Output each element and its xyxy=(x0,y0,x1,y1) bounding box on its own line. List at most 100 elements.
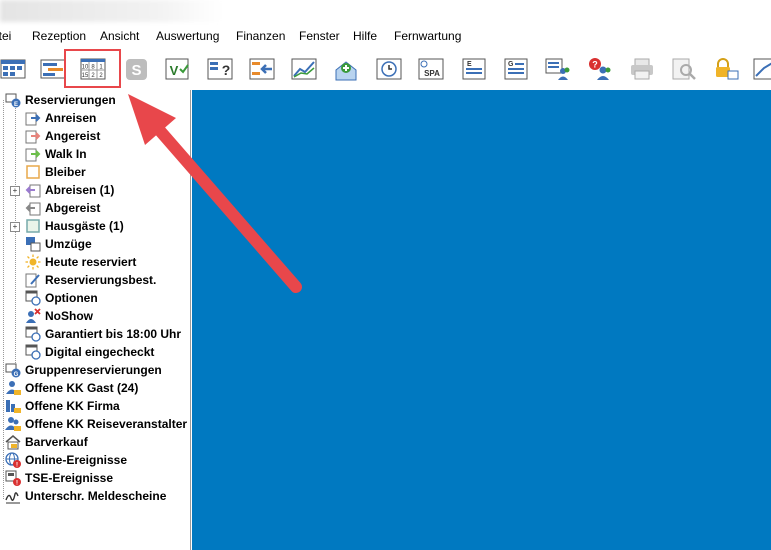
tree-item-label: Unterschr. Meldescheine xyxy=(25,489,167,503)
tree-connector xyxy=(3,100,4,500)
tree-item-offene-kk-firma[interactable]: Offene KK Firma xyxy=(5,397,120,415)
tree-item-label: Offene KK Firma xyxy=(25,399,120,413)
guests-icon[interactable] xyxy=(545,56,571,82)
s-badge-icon[interactable]: S xyxy=(124,56,150,82)
svg-text:E: E xyxy=(14,102,18,108)
tree-item-label: Reservierungsbest. xyxy=(45,273,157,287)
tree-item-reservierungsbest[interactable]: Reservierungsbest. xyxy=(25,271,156,289)
tree-item-label: Walk In xyxy=(45,147,87,161)
svg-text:?: ? xyxy=(592,60,598,70)
clock-icon[interactable] xyxy=(376,56,402,82)
tree-item-online-ereignisse[interactable]: ! Online-Ereignisse xyxy=(5,451,127,469)
main-content-area[interactable] xyxy=(192,90,771,550)
menu-auswertung[interactable]: Auswertung xyxy=(156,29,219,43)
tree-item-barverkauf[interactable]: Barverkauf xyxy=(5,433,88,451)
device-alert-icon: ! xyxy=(5,470,21,486)
room-plan-icon[interactable] xyxy=(0,56,26,82)
tree-item-label: Abgereist xyxy=(45,201,101,215)
expand-toggle[interactable]: + xyxy=(10,186,20,196)
svg-text:G: G xyxy=(14,372,19,378)
tree-item-label: Gruppenreservierungen xyxy=(25,363,162,377)
g-document-icon[interactable]: G xyxy=(503,56,529,82)
menu-fenster[interactable]: Fenster xyxy=(299,29,340,43)
tree-item-tse-ereignisse[interactable]: ! TSE-Ereignisse xyxy=(5,469,113,487)
menu-hilfe[interactable]: Hilfe xyxy=(353,29,377,43)
tree-item-offene-kk-gast[interactable]: Offene KK Gast (24) xyxy=(5,379,138,397)
departed-arrow-icon xyxy=(25,200,41,216)
svg-text:SPA: SPA xyxy=(424,69,440,78)
tree-connector xyxy=(15,102,16,364)
travel-agent-card-icon xyxy=(5,416,21,432)
tree-item-reservierungen[interactable]: E Reservierungen xyxy=(5,91,116,109)
cash-house-icon xyxy=(5,434,21,450)
tree-item-bleiber[interactable]: Bleiber xyxy=(25,163,86,181)
arrived-arrow-icon xyxy=(25,128,41,144)
arrow-in-icon[interactable] xyxy=(249,56,275,82)
toolbar-highlight-box xyxy=(64,49,121,88)
reservations-book-icon: E xyxy=(5,92,21,108)
signature-icon xyxy=(5,488,21,504)
tree-item-label: Barverkauf xyxy=(25,435,88,449)
svg-text:V: V xyxy=(170,63,179,78)
room-move-icon xyxy=(25,236,41,252)
tree-item-noshow[interactable]: NoShow xyxy=(25,307,93,325)
tree-item-label: NoShow xyxy=(45,309,93,323)
chart-export-icon[interactable] xyxy=(752,56,771,82)
svg-text:?: ? xyxy=(222,62,231,78)
arrival-arrow-icon xyxy=(25,110,41,126)
tree-item-digital-eingecheckt[interactable]: Digital eingecheckt xyxy=(25,343,154,361)
tree-item-optionen[interactable]: Optionen xyxy=(25,289,98,307)
tree-item-label: Angereist xyxy=(45,129,101,143)
navigation-tree: E Reservierungen Anreisen Angereist Walk… xyxy=(0,90,191,550)
calendar-clock-icon xyxy=(25,326,41,342)
tree-item-unterschr-meldescheine[interactable]: Unterschr. Meldescheine xyxy=(5,487,166,505)
tree-item-garantiert[interactable]: Garantiert bis 18:00 Uhr xyxy=(25,325,181,343)
spa-icon[interactable]: SPA xyxy=(418,56,444,82)
menu-fernwartung[interactable]: Fernwartung xyxy=(394,29,461,43)
calendar-clock-icon xyxy=(25,344,41,360)
tree-item-label: Heute reserviert xyxy=(45,255,137,269)
in-house-box-icon xyxy=(25,218,41,234)
tree-item-umzuege[interactable]: Umzüge xyxy=(25,235,92,253)
tree-item-abreisen[interactable]: Abreisen (1) xyxy=(25,181,114,199)
e-document-icon[interactable]: E xyxy=(461,56,487,82)
person-x-icon xyxy=(25,308,41,324)
menu-finanzen[interactable]: Finanzen xyxy=(236,29,285,43)
reservation-list-icon[interactable] xyxy=(40,56,66,82)
menu-datei[interactable]: atei xyxy=(0,29,11,43)
calendar-clock-icon xyxy=(25,290,41,306)
expand-toggle[interactable]: + xyxy=(10,222,20,232)
menu-rezeption[interactable]: Rezeption xyxy=(32,29,86,43)
tree-item-heute-reserviert[interactable]: Heute reserviert xyxy=(25,253,136,271)
question-grid-icon[interactable]: ? xyxy=(207,56,233,82)
tree-item-label: Digital eingecheckt xyxy=(45,345,155,359)
tree-item-label: Garantiert bis 18:00 Uhr xyxy=(45,327,182,341)
tree-item-gruppenreservierungen[interactable]: G Gruppenreservierungen xyxy=(5,361,162,379)
tree-item-angereist[interactable]: Angereist xyxy=(25,127,100,145)
confirmation-pen-icon xyxy=(25,272,41,288)
tree-item-label: Reservierungen xyxy=(25,93,116,107)
menu-ansicht[interactable]: Ansicht xyxy=(100,29,139,43)
tree-item-label: Umzüge xyxy=(45,237,92,251)
tree-item-offene-kk-reiseveranstalter[interactable]: Offene KK Reiseveranstalter xyxy=(5,415,187,433)
guests-alert-icon[interactable]: ? xyxy=(587,56,613,82)
tree-item-walk-in[interactable]: Walk In xyxy=(25,145,87,163)
chart-icon[interactable] xyxy=(291,56,317,82)
tree-item-label: TSE-Ereignisse xyxy=(25,471,114,485)
person-card-icon xyxy=(5,380,21,396)
tree-item-abgereist[interactable]: Abgereist xyxy=(25,199,100,217)
tree-item-label: Anreisen xyxy=(45,111,97,125)
lock-screen-icon[interactable] xyxy=(713,56,739,82)
svg-text:!: ! xyxy=(16,481,18,487)
svg-text:E: E xyxy=(467,61,472,68)
tree-item-label: Abreisen (1) xyxy=(45,183,115,197)
printer-icon[interactable] xyxy=(629,56,655,82)
svg-text:S: S xyxy=(131,62,141,79)
tree-item-label: Online-Ereignisse xyxy=(25,453,128,467)
walk-in-arrow-icon xyxy=(25,146,41,162)
v-check-icon[interactable]: V xyxy=(164,56,190,82)
tree-item-anreisen[interactable]: Anreisen xyxy=(25,109,96,127)
add-house-icon[interactable] xyxy=(333,56,359,82)
print-preview-icon[interactable] xyxy=(671,56,697,82)
tree-item-hausgaeste[interactable]: Hausgäste (1) xyxy=(25,217,124,235)
